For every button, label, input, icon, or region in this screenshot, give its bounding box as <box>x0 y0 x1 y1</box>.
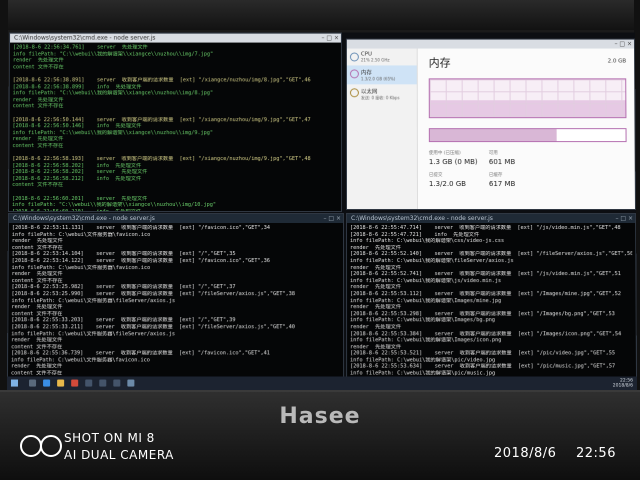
terminal-output: [2018-8-6 22:56:34.761] server 先处理文件 info… <box>9 43 341 212</box>
task-manager-taskbar-icon[interactable] <box>127 379 135 387</box>
terminal-titlebar[interactable]: C:\Windows\system32\cmd.exe - node serve… <box>8 213 344 224</box>
stat-value-committed: 1.3/2.0 GB <box>428 180 467 189</box>
memory-composition-used <box>429 129 558 142</box>
graph-grid <box>429 79 626 118</box>
search-icon[interactable] <box>29 379 37 387</box>
terminal-line: [2018-8-6 22:53:25.990] server 收到客户端的请求数… <box>11 291 295 298</box>
terminal-line: [2018-8-6 22:53:14.122] server 收到客户端的请求数… <box>11 258 270 265</box>
taskbar-clock[interactable]: 22:56 2018/8/6 <box>613 379 633 389</box>
memory-heading: 内存 <box>428 56 451 70</box>
ethernet-mini-graph-icon <box>349 88 359 98</box>
stat-label-committed: 已提交 <box>428 173 443 179</box>
stat-label-cached: 已缓存 <box>488 173 503 179</box>
terminal-line: [2018-8-6 22:55:53.384] server 收到客户端的请求数… <box>350 330 622 337</box>
stat-label-in-use: 使用中 (已压缩) <box>428 151 461 157</box>
stat-value-available: 601 MB <box>488 158 516 167</box>
start-button-icon[interactable] <box>10 379 19 387</box>
window-controls[interactable]: – □ × <box>616 214 634 223</box>
terminal-line: [2018-8-6 22:55:53.112] server 收到客户端的请求数… <box>350 291 621 298</box>
sidebar-item-sub: 发送: 0 接收: 0 Kbps <box>360 95 400 101</box>
terminal-line: info filePath: C:\webui\文件服务器\fileServer… <box>11 330 176 337</box>
terminal-taskbar-icon[interactable] <box>85 379 93 387</box>
terminal-line: [2018-8-6 22:55:53.298] server 收到客户端的请求数… <box>350 310 615 317</box>
edge-browser-icon[interactable] <box>43 379 51 387</box>
sidebar-item-sub: 1.3/2.0 GB (65%) <box>360 76 396 82</box>
stat-label-available: 可用 <box>488 151 498 157</box>
windows-taskbar: 22:56 2018/8/6 <box>6 376 638 391</box>
watermark-date: 2018/8/6 <box>494 446 557 461</box>
terminal-title: C:\Windows\system32\cmd.exe - node serve… <box>12 214 155 223</box>
stat-value-in-use: 1.3 GB (0 MB) <box>428 158 478 167</box>
app-icon[interactable] <box>71 379 79 387</box>
laptop-brand-logo: Hasee <box>279 404 361 429</box>
terminal-title: C:\Windows\system32\cmd.exe - node serve… <box>351 214 493 223</box>
terminal-line: info filePath: C:\webui\我的解谐架\pic/video.… <box>350 357 496 364</box>
performance-sidebar: CPU 21% 2.50 GHz 内存 1.3/2.0 GB (65%) 以太网… <box>346 48 418 210</box>
memory-usage-graph <box>428 78 627 119</box>
terminal-line: [2018-8-6 22:56:60.210] info 先处理文件 <box>11 208 142 212</box>
cpu-mini-graph-icon <box>349 52 359 62</box>
terminal-line: render 先处理文件 <box>350 284 402 291</box>
terminal-line: [2018-8-6 22:55:33.211] server 收到客户端的请求数… <box>11 324 295 331</box>
memory-panel: 内存 2.0 GB 使用中 (已压缩) 1.3 GB (0 MB) 可用 601… <box>419 49 635 209</box>
sidebar-item-cpu[interactable]: CPU 21% 2.50 GHz <box>347 49 417 66</box>
terminal-titlebar[interactable]: C:\Windows\system32\cmd.exe - node serve… <box>347 213 636 224</box>
terminal-taskbar-icon[interactable] <box>113 379 121 387</box>
task-manager-window[interactable]: – □ × CPU 21% 2.50 GHz 内存 1.3/2.0 GB (65… <box>345 38 636 211</box>
terminal-line: [2018-8-6 22:55:52.140] server 收到客户端的请求数… <box>350 251 633 258</box>
terminal-line: [2018-8-6 22:55:52.741] server 收到客户端的请求数… <box>350 271 621 278</box>
memory-capacity: 2.0 GB <box>607 58 627 65</box>
watermark-camera: AI DUAL CAMERA <box>64 448 174 462</box>
terminal-line: [2018-8-6 22:53:11.131] server 收到客户端的请求数… <box>11 225 271 232</box>
window-controls[interactable]: – □ × <box>323 214 341 223</box>
terminal-window-bottom-right[interactable]: C:\Windows\system32\cmd.exe - node serve… <box>346 212 638 378</box>
terminal-line: info filePath: C:\webui\文件服务器\favicon.ic… <box>11 357 150 364</box>
terminal-window-bottom-left[interactable]: C:\Windows\system32\cmd.exe - node serve… <box>6 212 345 378</box>
terminal-line: [2018-8-6 22:56:58.193] server 收到客户端的请求数… <box>12 156 311 163</box>
memory-mini-graph-icon <box>349 69 359 79</box>
terminal-window-top-left[interactable]: C:\Windows\system32\cmd.exe - node serve… <box>7 32 343 212</box>
laptop-top-bezel <box>0 0 640 30</box>
terminal-line: info filePath: C:\webui\我的解谐架\css/video-… <box>350 238 505 245</box>
terminal-line: [2018-8-6 22:56:38.891] server 收到客户端的请求数… <box>12 77 311 84</box>
watermark-shot-on: SHOT ON MI 8 <box>64 431 155 445</box>
laptop-screen: C:\Windows\system32\cmd.exe - node serve… <box>6 32 638 391</box>
terminal-line: [2018-8-6 22:53:25.982] server 收到客户端的请求数… <box>11 284 236 291</box>
terminal-line: [2018-8-6 22:55:47.714] server 收到客户端的请求数… <box>350 225 621 232</box>
file-explorer-icon[interactable] <box>57 379 65 387</box>
terminal-title: C:\Windows\system32\cmd.exe - node serve… <box>14 34 156 42</box>
sidebar-item-sub: 21% 2.50 GHz <box>360 57 390 63</box>
terminal-line: info filePath: C:\webui\我的解谐架\fileServer… <box>350 258 514 265</box>
terminal-line: render 先处理文件 <box>11 304 63 311</box>
clock-date: 2018/8/6 <box>612 383 634 389</box>
window-controls[interactable]: – □ × <box>615 40 633 49</box>
dual-camera-icon <box>20 435 62 457</box>
terminal-output: [2018-8-6 22:53:11.131] server 收到客户端的请求数… <box>8 223 343 378</box>
terminal-line: content 文件不存在 <box>11 310 63 317</box>
terminal-output: [2018-8-6 22:55:47.714] server 收到客户端的请求数… <box>347 223 636 378</box>
memory-composition-bar <box>428 128 627 143</box>
terminal-line: render 先处理文件 <box>350 304 402 311</box>
terminal-taskbar-icon[interactable] <box>99 379 107 387</box>
terminal-line: [2018-8-6 22:56:60.201] server 先处理文件 <box>12 195 148 202</box>
task-manager-titlebar[interactable]: – □ × <box>346 39 635 49</box>
window-controls[interactable]: – □ × <box>321 34 338 43</box>
watermark-time: 22:56 <box>576 446 616 461</box>
stat-value-cached: 617 MB <box>488 180 516 189</box>
terminal-titlebar[interactable]: C:\Windows\system32\cmd.exe - node serve… <box>10 33 341 43</box>
terminal-line: render 先处理文件 <box>11 238 63 245</box>
sidebar-item-ethernet[interactable]: 以太网 发送: 0 接收: 0 Kbps <box>347 84 417 104</box>
terminal-line: [2018-8-6 22:55:53.521] server 收到客户端的请求数… <box>350 350 616 357</box>
terminal-line: info filePath: "C:\\webui\\我的解谐架\\xiangc… <box>12 202 216 209</box>
terminal-line: [2018-8-6 22:53:14.104] server 收到客户端的请求数… <box>11 251 236 258</box>
terminal-line: [2018-8-6 22:55:36.739] server 收到客户端的请求数… <box>11 350 270 357</box>
sidebar-item-memory[interactable]: 内存 1.3/2.0 GB (65%) <box>346 65 417 85</box>
